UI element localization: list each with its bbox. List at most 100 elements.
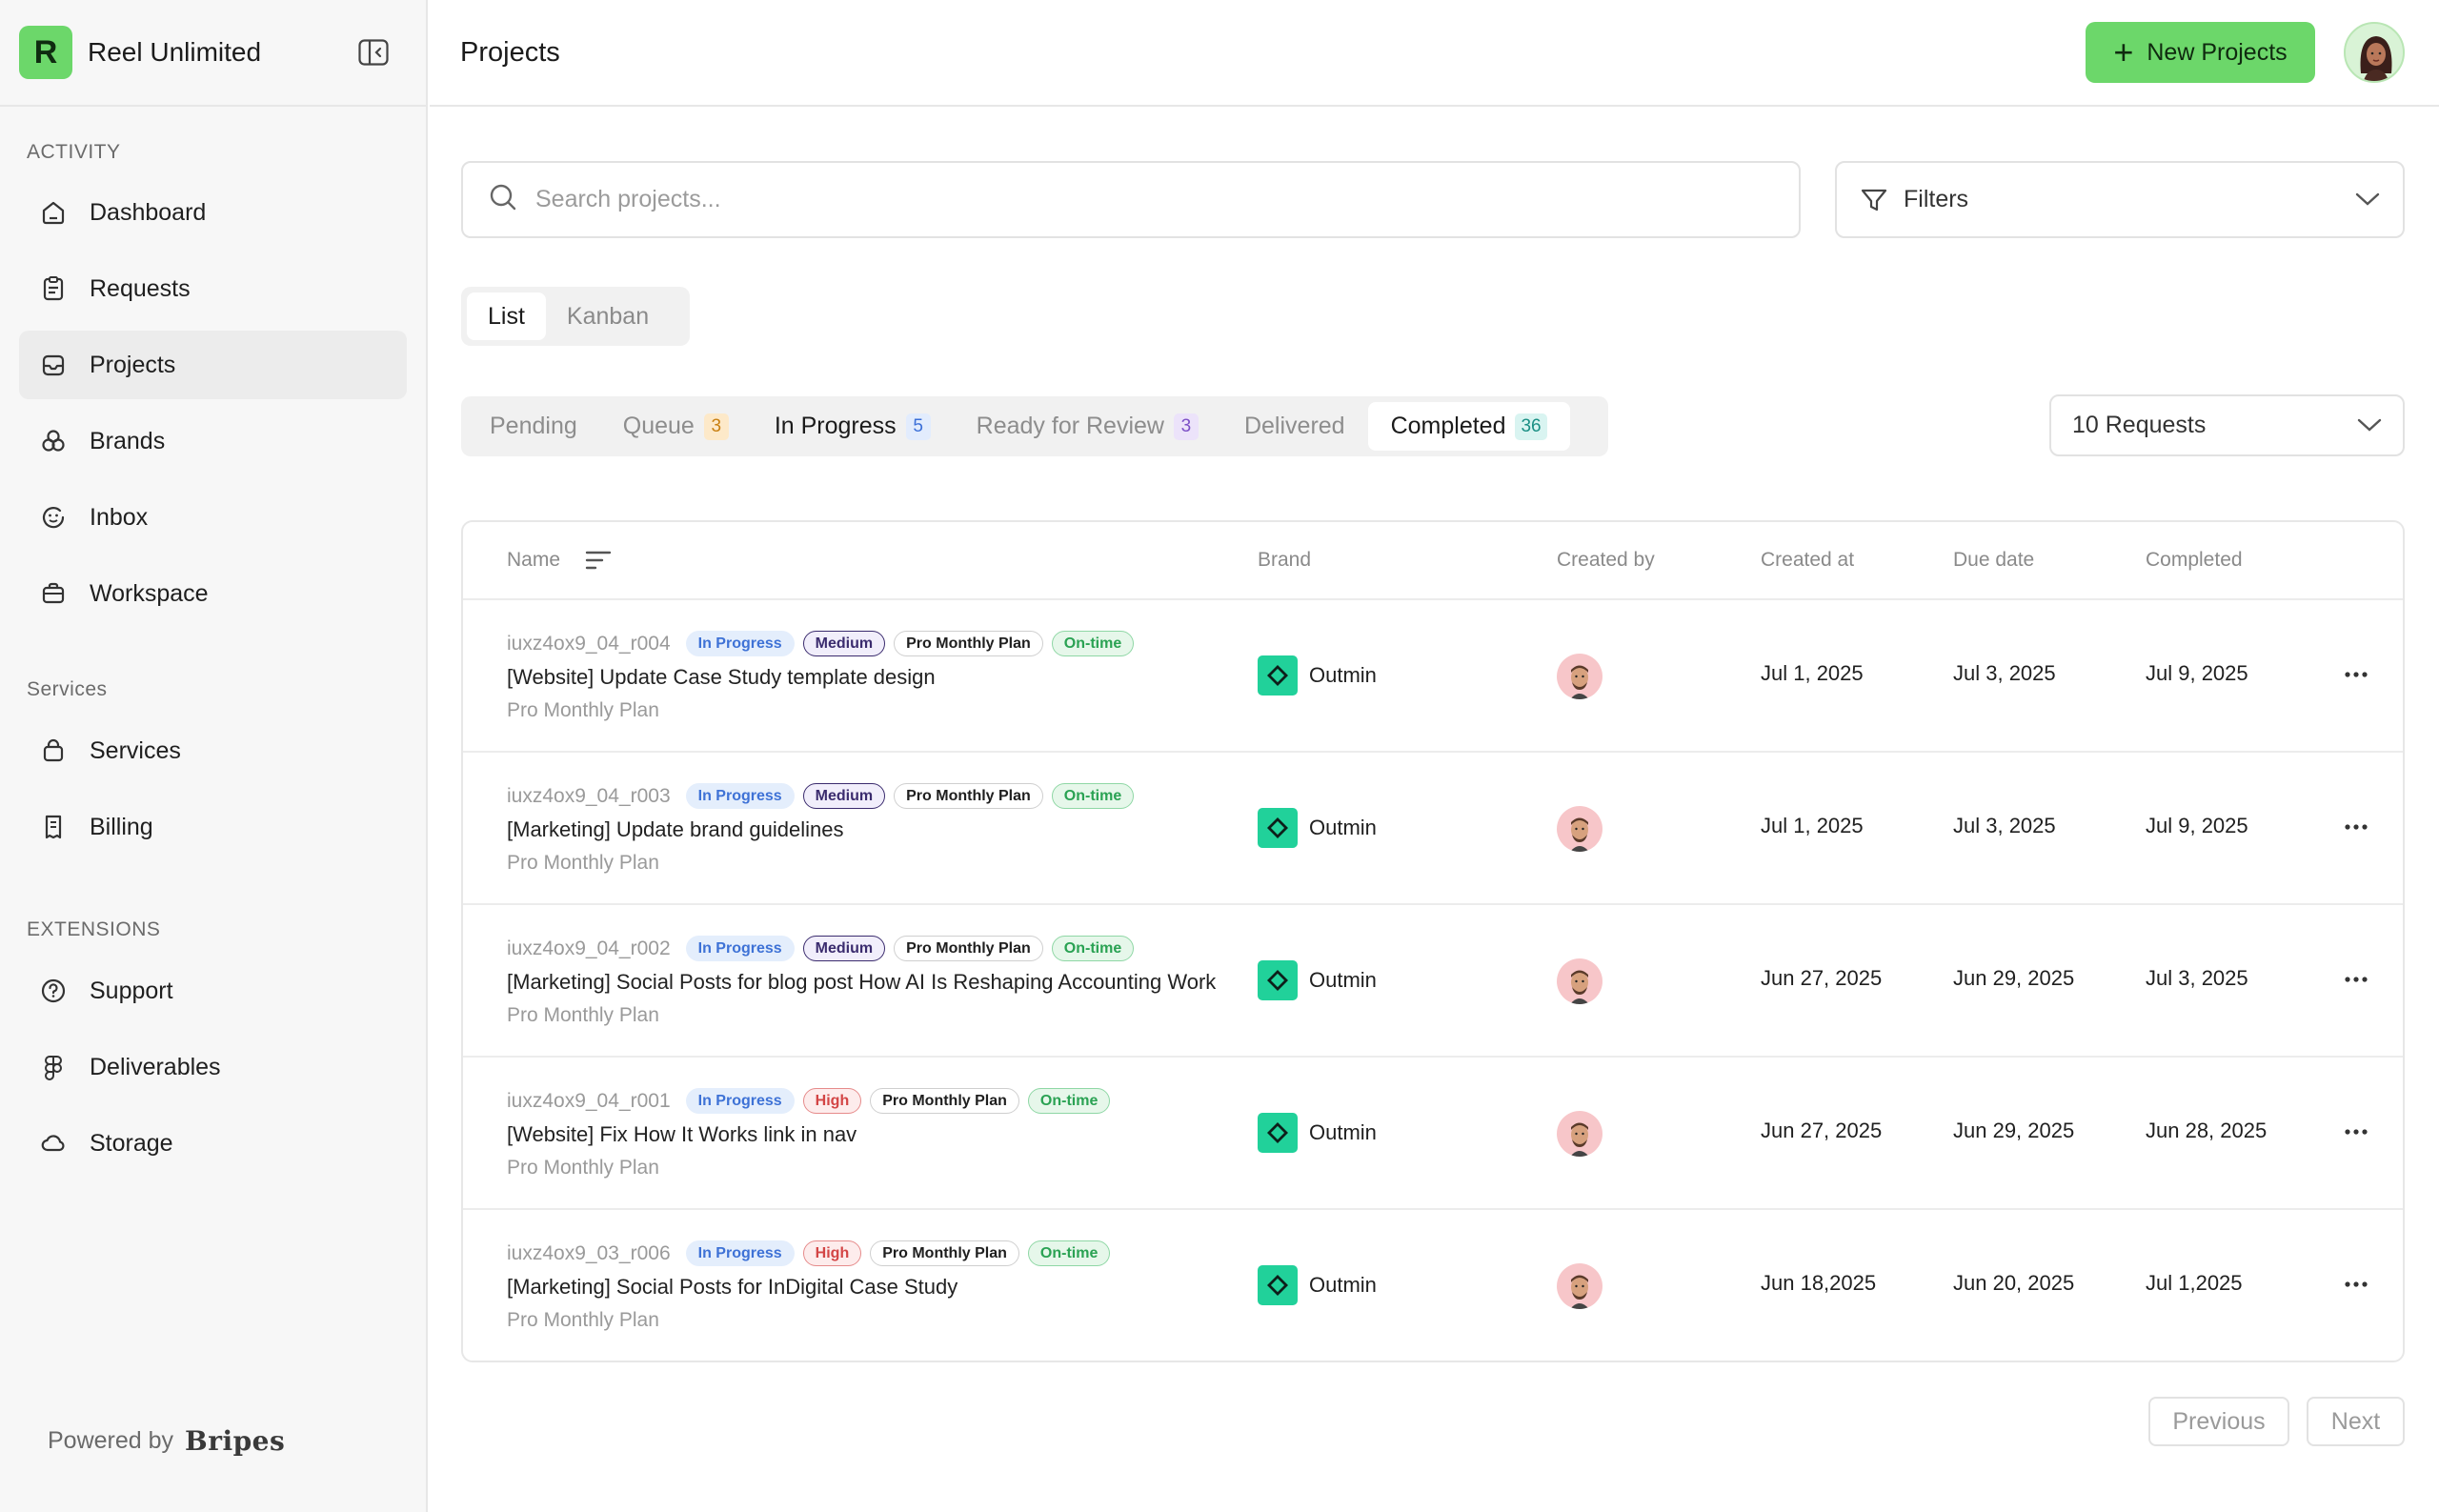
table-row[interactable]: iuxz4ox9_04_r002 In Progress Medium Pro …	[463, 905, 2403, 1058]
project-title[interactable]: [Marketing] Update brand guidelines	[507, 817, 843, 842]
project-title[interactable]: [Website] Fix How It Works link in nav	[507, 1122, 857, 1147]
project-title[interactable]: [Marketing] Social Posts for blog post H…	[507, 970, 1216, 995]
next-page-button[interactable]: Next	[2307, 1397, 2405, 1446]
column-header-created-by: Created by	[1557, 549, 1655, 571]
project-title[interactable]: [Marketing] Social Posts for InDigital C…	[507, 1275, 957, 1300]
brand-cell[interactable]: Outmin	[1258, 1113, 1377, 1153]
powered-by-brand[interactable]: Bripes	[185, 1425, 285, 1457]
home-icon	[38, 197, 69, 228]
sidebar-item-label: Services	[90, 736, 181, 764]
completed-date: Jun 28, 2025	[2146, 1119, 2268, 1142]
creator-avatar[interactable]	[1557, 1111, 1602, 1157]
column-header-created-at: Created at	[1761, 549, 1855, 571]
per-page-select[interactable]: 10 Requests	[2049, 394, 2405, 456]
project-plan: Pro Monthly Plan	[507, 1157, 659, 1179]
sidebar-item-billing[interactable]: Billing	[19, 793, 407, 861]
tab-count-badge: 36	[1515, 413, 1547, 440]
more-options-icon[interactable]	[2340, 657, 2372, 692]
tab-label: Pending	[490, 413, 577, 439]
status-badge: In Progress	[685, 1240, 795, 1266]
sidebar-item-brands[interactable]: Brands	[19, 407, 407, 475]
timing-badge: On-time	[1027, 1088, 1111, 1114]
new-projects-button[interactable]: + New Projects	[2086, 22, 2315, 83]
sidebar-item-workspace[interactable]: Workspace	[19, 559, 407, 628]
timing-badge: On-time	[1027, 1240, 1111, 1266]
table-header: Name Brand Created by Created at Due dat…	[463, 522, 2403, 600]
inbox-tray-icon	[38, 350, 69, 380]
timing-badge: On-time	[1051, 783, 1135, 809]
more-options-icon[interactable]	[2340, 810, 2372, 844]
table-row[interactable]: iuxz4ox9_03_r006 In Progress High Pro Mo…	[463, 1210, 2403, 1361]
projects-table: Name Brand Created by Created at Due dat…	[461, 520, 2405, 1362]
brand-cell[interactable]: Outmin	[1258, 655, 1377, 696]
sidebar-item-requests[interactable]: Requests	[19, 254, 407, 323]
creator-avatar[interactable]	[1557, 806, 1602, 852]
request-id: iuxz4ox9_04_r003	[507, 784, 671, 807]
due-date: Jun 29, 2025	[1953, 1119, 2075, 1142]
table-row[interactable]: iuxz4ox9_04_r003 In Progress Medium Pro …	[463, 753, 2403, 905]
request-id: iuxz4ox9_04_r001	[507, 1089, 671, 1112]
tab-label: Ready for Review	[976, 413, 1164, 439]
tab-pending[interactable]: Pending	[467, 402, 600, 451]
sidebar-item-inbox[interactable]: Inbox	[19, 483, 407, 552]
sidebar-item-services[interactable]: Services	[19, 716, 407, 785]
tab-label: Completed	[1390, 413, 1506, 439]
row-meta: iuxz4ox9_04_r002 In Progress Medium Pro …	[507, 936, 1142, 961]
powered-by-label: Powered by	[48, 1427, 174, 1454]
plan-badge: Pro Monthly Plan	[870, 1240, 1019, 1266]
project-title[interactable]: [Website] Update Case Study template des…	[507, 665, 936, 690]
tab-queue[interactable]: Queue 3	[600, 402, 752, 451]
priority-badge: High	[802, 1240, 862, 1266]
workspace-name[interactable]: Reel Unlimited	[88, 37, 261, 68]
more-options-icon[interactable]	[2340, 1267, 2372, 1301]
filters-dropdown[interactable]: Filters	[1835, 161, 2405, 238]
tab-count-badge: 5	[905, 413, 931, 440]
user-avatar[interactable]	[2344, 22, 2405, 83]
sort-icon[interactable]	[585, 550, 612, 571]
sidebar-item-label: Requests	[90, 274, 191, 302]
creator-avatar[interactable]	[1557, 958, 1602, 1004]
tab-ready-for-review[interactable]: Ready for Review 3	[954, 402, 1221, 451]
view-list-tab[interactable]: List	[467, 292, 546, 340]
sidebar-item-projects[interactable]: Projects	[19, 331, 407, 399]
sidebar-item-dashboard[interactable]: Dashboard	[19, 178, 407, 247]
table-row[interactable]: iuxz4ox9_04_r001 In Progress High Pro Mo…	[463, 1058, 2403, 1210]
brand-cell[interactable]: Outmin	[1258, 808, 1377, 848]
clipboard-icon	[38, 273, 69, 304]
search-input[interactable]	[535, 186, 1679, 213]
section-label-extensions: EXTENSIONS	[27, 918, 161, 940]
due-date: Jul 3, 2025	[1953, 661, 2056, 685]
row-meta: iuxz4ox9_03_r006 In Progress High Pro Mo…	[507, 1240, 1119, 1266]
brand-cell[interactable]: Outmin	[1258, 960, 1377, 1000]
more-options-icon[interactable]	[2340, 1115, 2372, 1149]
table-row[interactable]: iuxz4ox9_04_r004 In Progress Medium Pro …	[463, 600, 2403, 753]
page-title: Projects	[460, 36, 560, 68]
top-bar: Projects + New Projects	[430, 0, 2439, 107]
tab-delivered[interactable]: Delivered	[1221, 402, 1368, 451]
view-kanban-tab[interactable]: Kanban	[546, 292, 670, 340]
more-options-icon[interactable]	[2340, 962, 2372, 997]
completed-date: Jul 9, 2025	[2146, 661, 2248, 685]
app-logo[interactable]: R	[19, 26, 72, 79]
created-at: Jun 18,2025	[1761, 1271, 1877, 1295]
tab-in-progress[interactable]: In Progress 5	[752, 402, 954, 451]
receipt-icon	[38, 812, 69, 842]
brand-cell[interactable]: Outmin	[1258, 1265, 1377, 1305]
creator-avatar[interactable]	[1557, 654, 1602, 699]
sidebar-item-support[interactable]: Support	[19, 957, 407, 1025]
completed-date: Jul 1,2025	[2146, 1271, 2243, 1295]
plan-badge: Pro Monthly Plan	[870, 1088, 1019, 1114]
plan-badge: Pro Monthly Plan	[894, 783, 1043, 809]
outmin-logo-icon	[1258, 808, 1298, 848]
sidebar-item-storage[interactable]: Storage	[19, 1109, 407, 1178]
completed-date: Jul 9, 2025	[2146, 814, 2248, 837]
outmin-logo-icon	[1258, 960, 1298, 1000]
sidebar-item-deliverables[interactable]: Deliverables	[19, 1033, 407, 1101]
creator-avatar[interactable]	[1557, 1263, 1602, 1309]
search-box[interactable]	[461, 161, 1801, 238]
previous-page-button[interactable]: Previous	[2148, 1397, 2289, 1446]
timing-badge: On-time	[1051, 631, 1135, 656]
sidebar-toggle-icon[interactable]	[357, 38, 390, 67]
outmin-logo-icon	[1258, 1113, 1298, 1153]
tab-completed[interactable]: Completed 36	[1367, 402, 1570, 451]
